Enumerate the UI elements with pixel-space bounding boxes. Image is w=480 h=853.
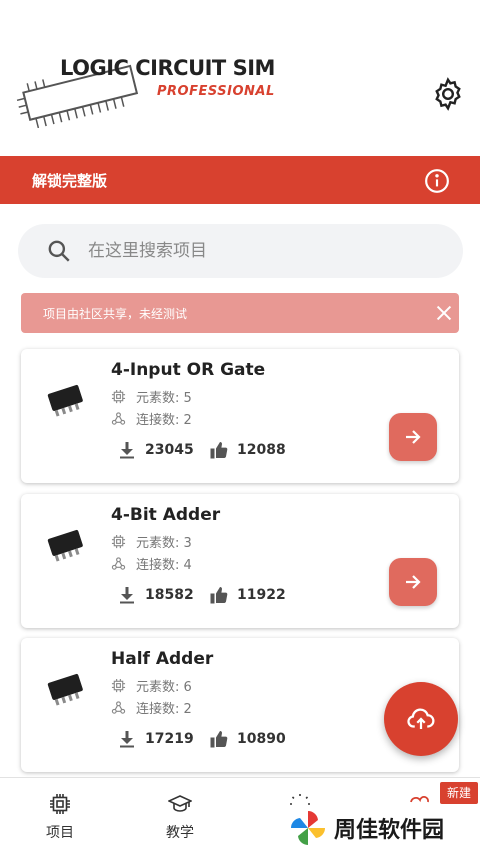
element-count: 元素数: 6 [136,679,192,695]
arrow-right-icon [406,430,421,444]
download-count: 18582 [145,587,194,603]
nav-label-tutorial: 教学 [166,825,194,841]
processor-icon [111,678,126,692]
graduation-cap-icon [168,795,192,812]
connection-count: 连接数: 4 [136,557,192,573]
thumbs-up-icon [210,587,228,604]
chip-icon [50,794,70,814]
gear-icon[interactable] [430,76,466,112]
thumbs-up-icon [210,731,228,748]
open-project-button[interactable] [389,558,437,606]
logo-title: LOGIC CIRCUIT SIM [60,56,275,80]
connection-icon [111,700,126,714]
open-project-button[interactable] [389,413,437,461]
nav-label-projects: 项目 [46,825,74,841]
download-icon [120,587,134,604]
unlock-label: 解锁完整版 [32,172,108,190]
close-icon[interactable] [433,302,455,324]
search-bar[interactable] [18,224,463,278]
download-count: 17219 [145,731,194,747]
connection-count-row: 连接数: 2 [111,698,192,717]
cloud-upload-fab[interactable] [384,682,458,756]
element-count-row: 元素数: 5 [111,387,192,406]
download-count: 23045 [145,442,194,458]
arrow-right-icon [406,575,421,589]
ic-chip-icon [47,384,83,417]
project-card[interactable]: 4-Input OR Gate 元素数: 5 连接数: 2 23045 1208… [21,349,459,483]
app-header: LOGIC CIRCUIT SIM PROFESSIONAL [0,0,480,155]
project-title: Half Adder [111,649,214,669]
thumbs-up-icon [210,442,228,459]
unlock-full-version-bar[interactable]: 解锁完整版 [0,156,480,204]
element-count: 元素数: 3 [136,535,192,551]
like-count: 12088 [237,442,286,458]
element-count: 元素数: 5 [136,390,192,406]
notice-text: 项目由社区共享，未经测试 [43,307,188,321]
ic-chip-icon [47,529,83,562]
info-icon[interactable] [424,168,450,194]
search-input[interactable] [88,238,428,264]
search-icon [48,240,70,262]
connection-count-row: 连接数: 2 [111,409,192,428]
connection-count: 连接数: 2 [136,701,192,717]
connection-icon [111,411,126,425]
processor-icon [111,389,126,403]
watermark-text: 周佳软件园 [334,818,445,843]
cloud-upload-icon [407,708,435,729]
connection-count-row: 连接数: 4 [111,554,192,573]
pinwheel-logo-icon [290,810,326,846]
community-notice: 项目由社区共享，未经测试 [21,293,459,333]
project-title: 4-Input OR Gate [111,360,266,380]
nav-item-tutorial[interactable]: 教学 [120,778,240,853]
element-count-row: 元素数: 3 [111,532,192,551]
like-stat: 12088 [209,439,286,461]
like-stat: 10890 [209,728,286,750]
project-card[interactable]: 4-Bit Adder 元素数: 3 连接数: 4 18582 11922 [21,494,459,628]
download-stat: 17219 [117,728,194,750]
new-badge[interactable]: 新建 [440,782,478,804]
download-icon [120,731,134,748]
logo-subtitle: PROFESSIONAL [157,84,275,99]
nav-item-projects[interactable]: 项目 [0,778,120,853]
download-stat: 18582 [117,584,194,606]
element-count-row: 元素数: 6 [111,676,192,695]
connection-count: 连接数: 2 [136,412,192,428]
watermark: 周佳软件园 [288,806,478,850]
processor-icon [111,534,126,548]
like-count: 10890 [237,731,286,747]
download-stat: 23045 [117,439,194,461]
like-count: 11922 [237,587,286,603]
download-icon [120,442,134,459]
connection-icon [111,556,126,570]
like-stat: 11922 [209,584,286,606]
project-title: 4-Bit Adder [111,505,221,525]
ic-chip-icon [47,673,83,706]
